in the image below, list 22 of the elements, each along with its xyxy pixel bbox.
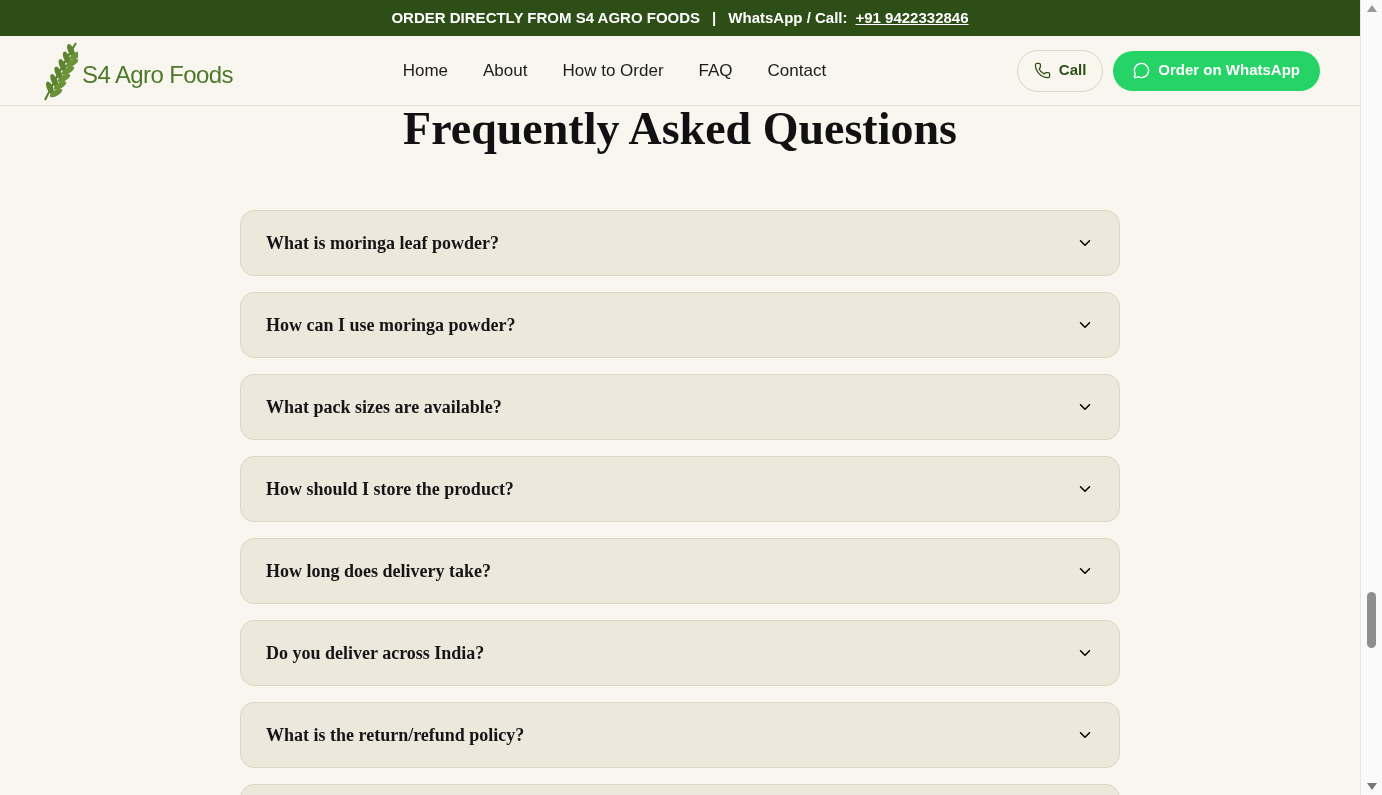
- faq-item[interactable]: What is the return/refund policy?: [240, 702, 1120, 768]
- nav-link[interactable]: How to Order: [562, 57, 664, 84]
- scrollbar-thumb[interactable]: [1367, 592, 1376, 648]
- scroll-up-icon: [1366, 4, 1377, 12]
- faq-item[interactable]: How can I use moringa powder?: [240, 292, 1120, 358]
- faq-item[interactable]: What is moringa leaf powder?: [240, 210, 1120, 276]
- scroll-down-icon: [1366, 783, 1377, 791]
- chat-icon: [1133, 62, 1151, 79]
- faq-item[interactable]: What pack sizes are available?: [240, 374, 1120, 440]
- phone-icon: [1033, 62, 1051, 79]
- separator: |: [711, 7, 718, 28]
- faq-item[interactable]: How long does delivery take?: [240, 538, 1120, 604]
- contact-label: WhatsApp / Call:: [728, 7, 848, 28]
- nav-link[interactable]: Contact: [767, 57, 827, 84]
- nav-link[interactable]: Home: [402, 57, 448, 84]
- faq-item[interactable]: Do you deliver across India?: [240, 620, 1120, 686]
- faq-item[interactable]: How should I store the product?: [240, 456, 1120, 522]
- announcement-text: ORDER DIRECTLY FROM S4 AGRO FOODS: [391, 7, 701, 28]
- phone-link[interactable]: +91 9422332846: [855, 6, 969, 30]
- logo-text[interactable]: S4 Agro Foods: [82, 56, 233, 93]
- nav-link[interactable]: FAQ: [698, 57, 733, 84]
- nav-link[interactable]: About: [483, 57, 528, 84]
